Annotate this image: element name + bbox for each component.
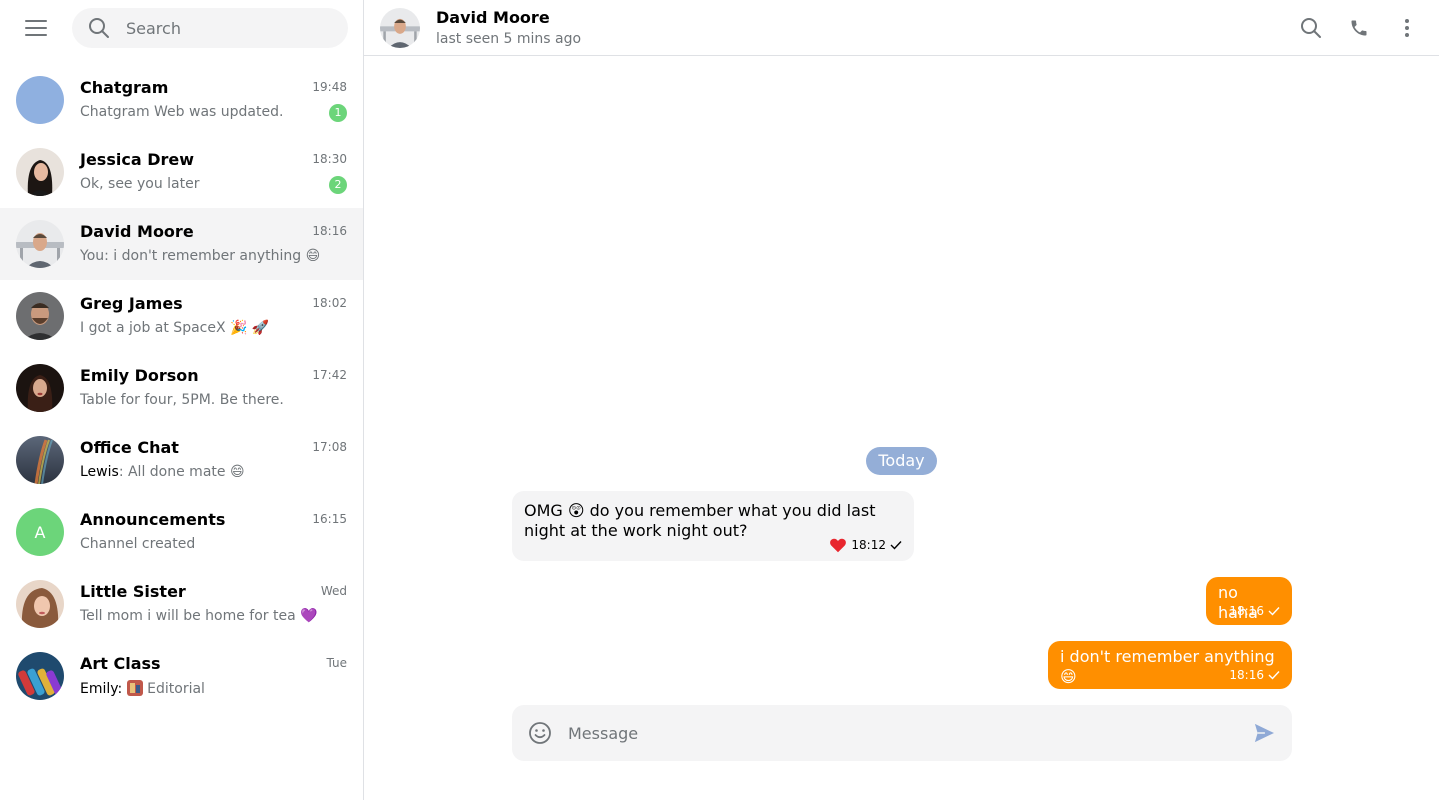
- chat-item-greg-james[interactable]: Greg James 18:02 I got a job at SpaceX 🎉…: [0, 280, 363, 352]
- message-meta: 18:12: [829, 535, 902, 555]
- avatar: [16, 436, 64, 484]
- chat-name: David Moore: [80, 222, 194, 241]
- chat-preview: Emily: Editorial: [80, 680, 205, 697]
- chat-time: 18:30: [312, 152, 347, 166]
- preview-sender: Emily: [80, 681, 118, 697]
- chat-name: Greg James: [80, 294, 183, 313]
- header-actions: [1283, 8, 1427, 48]
- check-icon: [1268, 607, 1280, 616]
- image-thumbnail-icon: [126, 680, 143, 696]
- sidebar: Chatgram 19:48 Chatgram Web was updated.…: [0, 0, 364, 800]
- avatar: A: [16, 508, 64, 556]
- contact-status: last seen 5 mins ago: [436, 31, 582, 47]
- call-button[interactable]: [1339, 8, 1379, 48]
- smiley-icon[interactable]: [528, 721, 552, 745]
- chat-preview: I got a job at SpaceX 🎉 🚀: [80, 320, 270, 336]
- chat-item-david-moore[interactable]: David Moore 18:16 You: i don't remember …: [0, 208, 363, 280]
- chat-preview: You: i don't remember anything 😄: [80, 248, 321, 264]
- message-outgoing[interactable]: i don't remember anything 😄 18:16: [1048, 641, 1292, 689]
- avatar: [16, 580, 64, 628]
- date-separator: Today: [866, 447, 937, 475]
- check-icon: [1268, 671, 1280, 680]
- phone-icon: [1351, 20, 1367, 36]
- chat-time: 18:16: [312, 224, 347, 238]
- search-input[interactable]: [126, 18, 326, 38]
- chat-item-jessica-drew[interactable]: Jessica Drew 18:30 Ok, see you later 2: [0, 136, 363, 208]
- chat-preview: Tell mom i will be home for tea 💜: [80, 608, 318, 624]
- chat-item-little-sister[interactable]: Little Sister Wed Tell mom i will be hom…: [0, 568, 363, 640]
- chat-name: Chatgram: [80, 78, 169, 97]
- chat-name: Emily Dorson: [80, 366, 199, 385]
- chat-item-announcements[interactable]: A Announcements 16:15 Channel created: [0, 496, 363, 568]
- more-button[interactable]: [1387, 8, 1427, 48]
- check-icon: [890, 541, 902, 550]
- chat-time: 17:08: [312, 440, 347, 454]
- chat-preview: Lewis: All done mate 😄: [80, 464, 245, 480]
- preview-sender: Lewis: [80, 464, 119, 480]
- search-box: [72, 8, 348, 48]
- conversation-header: David Moore last seen 5 mins ago: [364, 0, 1439, 56]
- preview-text: : All done mate 😄: [118, 464, 245, 480]
- message-time: 18:16: [1229, 668, 1264, 682]
- chat-item-emily-dorson[interactable]: Emily Dorson 17:42 Table for four, 5PM. …: [0, 352, 363, 424]
- search-icon: [89, 18, 109, 38]
- chat-time: 17:42: [312, 368, 347, 382]
- avatar: [16, 148, 64, 196]
- chat-name: Office Chat: [80, 438, 179, 457]
- menu-button[interactable]: [16, 8, 56, 48]
- avatar[interactable]: [380, 7, 420, 48]
- avatar: [16, 292, 64, 340]
- chat-name: Announcements: [80, 510, 226, 529]
- app-window: Chatgram 19:48 Chatgram Web was updated.…: [0, 0, 1439, 800]
- message-incoming[interactable]: OMG 😲 do you remember what you did last …: [512, 491, 914, 561]
- unread-badge: 1: [329, 104, 347, 122]
- chat-preview: Chatgram Web was updated.: [80, 104, 284, 120]
- message-meta: 18:16: [1229, 665, 1280, 685]
- chat-name: Jessica Drew: [80, 150, 194, 169]
- chat-item-art-class[interactable]: Art Class Tue Emily: Editorial: [0, 640, 363, 712]
- message-outgoing[interactable]: no haha 18:16: [1206, 577, 1292, 625]
- chat-list: Chatgram 19:48 Chatgram Web was updated.…: [0, 64, 363, 712]
- chat-time: 16:15: [312, 512, 347, 526]
- chat-name: Art Class: [80, 654, 161, 673]
- chat-item-chatgram[interactable]: Chatgram 19:48 Chatgram Web was updated.…: [0, 64, 363, 136]
- chat-name: Little Sister: [80, 582, 186, 601]
- preview-text: Editorial: [147, 681, 205, 697]
- avatar: [16, 220, 64, 268]
- heart-icon[interactable]: [829, 537, 847, 553]
- send-button[interactable]: [1248, 717, 1280, 749]
- unread-badge: 2: [329, 176, 347, 194]
- message-time: 18:12: [851, 538, 886, 552]
- conversation-pane: David Moore last seen 5 mins ago Today O…: [364, 0, 1439, 800]
- avatar: [16, 652, 64, 700]
- header-info[interactable]: David Moore last seen 5 mins ago: [436, 8, 581, 47]
- contact-name: David Moore: [436, 8, 550, 27]
- chat-time: 19:48: [312, 80, 347, 94]
- chat-preview: Table for four, 5PM. Be there.: [80, 392, 284, 408]
- search-button[interactable]: [1291, 8, 1331, 48]
- chat-time: 18:02: [312, 296, 347, 310]
- search-icon: [1301, 18, 1321, 38]
- avatar: [16, 364, 64, 412]
- chat-item-office-chat[interactable]: Office Chat 17:08 Lewis: All done mate 😄: [0, 424, 363, 496]
- message-meta: 18:16: [1229, 601, 1280, 621]
- chat-preview: Channel created: [80, 536, 196, 552]
- message-time: 18:16: [1229, 604, 1264, 618]
- chat-time: Wed: [320, 584, 347, 598]
- message-composer: [512, 705, 1292, 761]
- message-input[interactable]: [568, 723, 1208, 743]
- send-icon: [1254, 723, 1274, 743]
- avatar: [16, 76, 64, 124]
- hamburger-icon: [25, 20, 47, 36]
- chat-time: Tue: [326, 656, 348, 670]
- more-vertical-icon: [1405, 19, 1409, 37]
- chat-preview: Ok, see you later: [80, 176, 200, 192]
